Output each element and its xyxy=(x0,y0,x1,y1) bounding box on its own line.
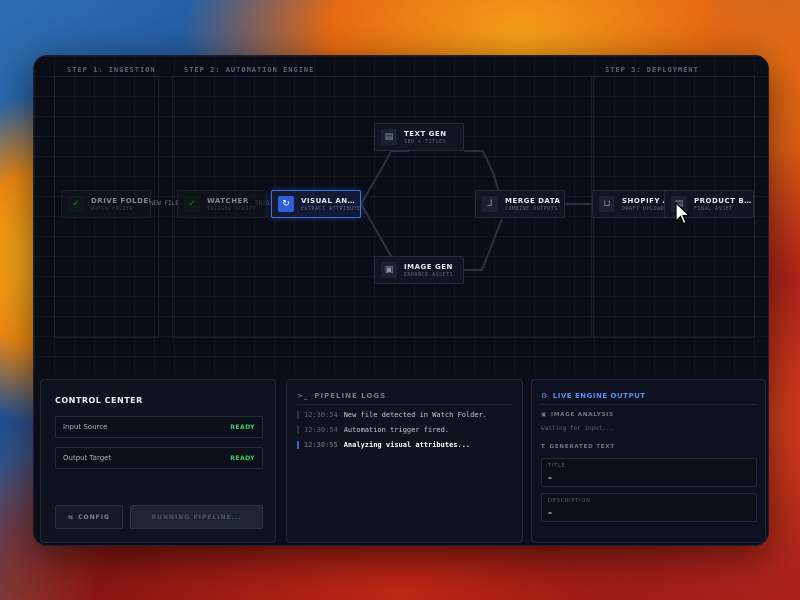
merge-icon: ⅃ xyxy=(482,196,498,212)
cart-icon: ⊔ xyxy=(599,196,615,212)
node-title: IMAGE GEN xyxy=(404,262,453,271)
image-icon: ▣ xyxy=(381,262,397,278)
node-title: PRODUCT BRIEF xyxy=(694,196,752,205)
image-analysis-label: IMAGE ANALYSIS xyxy=(551,412,614,418)
input-source-label: Input Source xyxy=(63,423,108,431)
node-title: WATCHER xyxy=(207,196,249,205)
node-watcher[interactable]: ✓ WATCHER TRIGGER SCRIPT xyxy=(177,190,267,218)
mouse-pointer-icon xyxy=(675,202,691,225)
node-title: DRIVE FOLDER xyxy=(91,196,150,205)
field-label: DESCRIPTION xyxy=(548,498,591,504)
run-pipeline-label: RUNNING PIPELINE... xyxy=(151,513,242,521)
image-analysis-header: ▣ IMAGE ANALYSIS xyxy=(541,412,614,418)
node-subtitle: SEO + TITLES xyxy=(404,138,447,145)
status-badge: READY xyxy=(230,454,255,462)
node-title: VISUAL ANALYSIS xyxy=(301,196,360,205)
terminal-icon: >_ xyxy=(297,392,309,400)
logs-title: PIPELINE LOGS xyxy=(314,392,387,400)
image-icon: ▣ xyxy=(541,412,547,418)
generated-text-label: GENERATED TEXT xyxy=(549,444,615,450)
log-line: 12:30:54 New file detected in Watch Folde… xyxy=(297,411,487,419)
config-button[interactable]: ⇆ CONFIG xyxy=(55,505,123,529)
log-line: 12:30:54 Automation trigger fired. xyxy=(297,426,449,434)
log-text: Analyzing visual attributes... xyxy=(343,441,471,449)
output-header: ⚙ LIVE ENGINE OUTPUT xyxy=(541,392,646,400)
divider xyxy=(297,404,512,405)
status-badge: READY xyxy=(230,423,255,431)
logs-header: >_ PIPELINE LOGS xyxy=(297,392,386,400)
output-target-row[interactable]: Output Target READY xyxy=(55,447,263,469)
log-timestamp: 12:30:54 xyxy=(304,426,338,434)
document-icon: ▤ xyxy=(381,129,397,145)
pipeline-canvas[interactable]: STEP 1: INGESTION STEP 2: AUTOMATION ENG… xyxy=(34,56,768,374)
app-window: STEP 1: INGESTION STEP 2: AUTOMATION ENG… xyxy=(33,55,769,546)
waiting-text: waiting for input... xyxy=(541,425,614,432)
node-subtitle: COMBINE OUTPUTS xyxy=(505,205,558,212)
log-text: New file detected in Watch Folder. xyxy=(343,411,488,419)
generated-text-header: T GENERATED TEXT xyxy=(541,444,615,450)
log-timestamp: 12:30:55 xyxy=(304,441,338,449)
field-label: TITLE xyxy=(548,463,566,469)
pipeline-logs-panel: >_ PIPELINE LOGS 12:30:54 New file detect… xyxy=(286,379,523,543)
node-subtitle: WATCH FOLDER xyxy=(91,205,134,212)
control-center-panel: CONTROL CENTER Input Source READY Output… xyxy=(40,379,276,543)
field-value: – xyxy=(548,508,552,517)
field-value: – xyxy=(548,473,552,482)
edge-visual-textgen xyxy=(360,150,409,205)
config-button-label: CONFIG xyxy=(78,513,110,521)
edge-label-new-file: NEW FILE xyxy=(148,200,181,207)
node-subtitle: EXTRACT ATTRIBUTES xyxy=(301,205,360,212)
control-center-title: CONTROL CENTER xyxy=(55,396,143,405)
spinner-icon: ↻ xyxy=(278,196,294,212)
node-subtitle: TRIGGER SCRIPT xyxy=(207,205,257,212)
edge-imagegen-merge xyxy=(464,218,503,271)
output-title: LIVE ENGINE OUTPUT xyxy=(552,392,646,400)
sliders-icon: ⇆ xyxy=(68,513,75,521)
node-merge-data[interactable]: ⅃ MERGE DATA COMBINE OUTPUTS xyxy=(475,190,565,218)
description-output-field[interactable]: DESCRIPTION – xyxy=(541,493,757,522)
live-output-panel: ⚙ LIVE ENGINE OUTPUT ▣ IMAGE ANALYSIS wa… xyxy=(531,379,766,543)
node-text-gen[interactable]: ▤ TEXT GEN SEO + TITLES xyxy=(374,123,464,151)
input-source-row[interactable]: Input Source READY xyxy=(55,416,263,438)
divider xyxy=(541,404,756,405)
check-icon: ✓ xyxy=(68,196,84,212)
run-pipeline-button[interactable]: RUNNING PIPELINE... xyxy=(130,505,263,529)
node-drive-folder[interactable]: ✓ DRIVE FOLDER WATCH FOLDER xyxy=(61,190,151,218)
log-line-current: 12:30:55 Analyzing visual attributes... xyxy=(297,441,470,449)
node-subtitle: ENHANCE ASSETS xyxy=(404,271,454,278)
node-subtitle: FINAL ASSET xyxy=(694,205,733,212)
text-icon: T xyxy=(541,444,546,450)
node-title: MERGE DATA xyxy=(505,196,561,205)
output-target-label: Output Target xyxy=(63,454,112,462)
node-visual-analysis[interactable]: ↻ VISUAL ANALYSIS EXTRACT ATTRIBUTES xyxy=(271,190,361,218)
node-image-gen[interactable]: ▣ IMAGE GEN ENHANCE ASSETS xyxy=(374,256,464,284)
log-text: Automation trigger fired. xyxy=(343,426,450,434)
check-icon: ✓ xyxy=(184,196,200,212)
title-output-field[interactable]: TITLE – xyxy=(541,458,757,487)
log-timestamp: 12:30:54 xyxy=(304,411,338,419)
gear-icon: ⚙ xyxy=(541,392,548,400)
node-title: TEXT GEN xyxy=(404,129,447,138)
